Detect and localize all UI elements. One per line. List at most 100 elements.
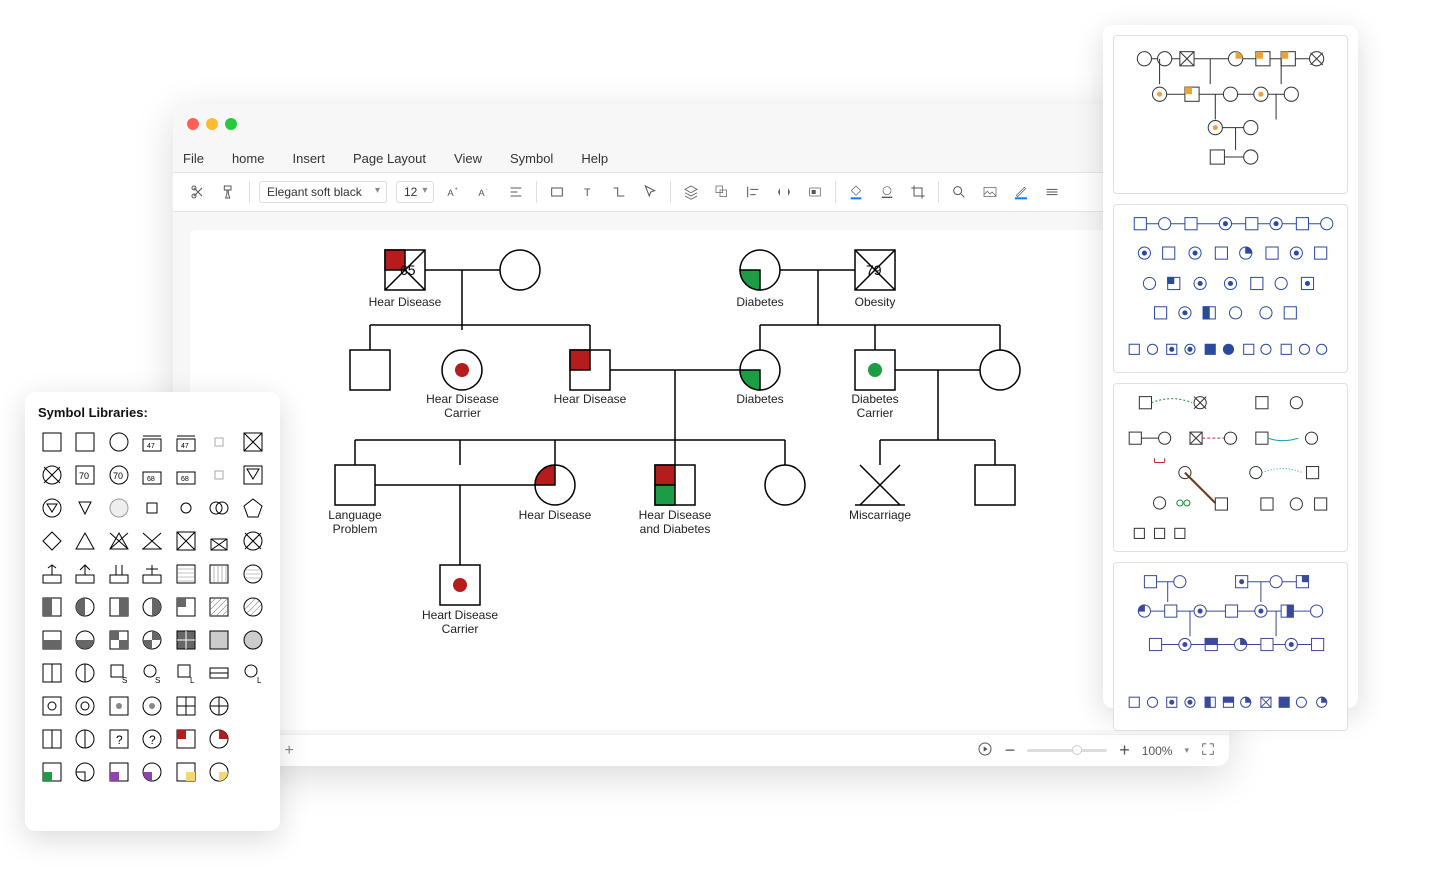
zoom-slider[interactable] [1027, 749, 1107, 752]
symbol-deceased-sq-age[interactable] [172, 527, 200, 555]
menu-page-layout[interactable]: Page Layout [353, 151, 426, 166]
symbol-4q-square[interactable] [172, 626, 200, 654]
text-tool[interactable]: T [577, 181, 599, 203]
image-button[interactable] [979, 181, 1001, 203]
symbol-green-quarter-circ[interactable] [71, 758, 99, 786]
symbol-blank[interactable] [239, 692, 267, 720]
symbol-split-sq-vert[interactable] [38, 659, 66, 687]
symbol-dot-sq[interactable] [105, 692, 133, 720]
add-page-button[interactable]: + [284, 742, 293, 760]
symbol-ring-sq[interactable] [38, 692, 66, 720]
symbol-tree-1[interactable] [38, 560, 66, 588]
connector-tool[interactable] [608, 181, 630, 203]
align-objects-button[interactable] [742, 181, 764, 203]
symbol-gray-square[interactable] [205, 626, 233, 654]
more-button[interactable] [1041, 181, 1063, 203]
line-style-button[interactable] [876, 181, 898, 203]
symbol-small-circ-l[interactable]: L [239, 659, 267, 687]
increase-font-button[interactable]: A+ [443, 181, 465, 203]
search-button[interactable] [948, 181, 970, 203]
symbol-hatched-circle[interactable] [239, 560, 267, 588]
template-thumbnail-1[interactable] [1113, 35, 1348, 194]
pointer-tool[interactable] [639, 181, 661, 203]
symbol-ring-circle[interactable] [71, 692, 99, 720]
symbol-date-square[interactable]: 47 [138, 428, 166, 456]
symbol-half-vert-circ[interactable] [71, 725, 99, 753]
window-minimize-traffic-light[interactable] [206, 118, 218, 130]
fullscreen-button[interactable] [1201, 742, 1215, 759]
symbol-pregnancy-2[interactable] [71, 494, 99, 522]
symbol-deceased-female[interactable] [38, 461, 66, 489]
zoom-level[interactable]: 100% [1142, 744, 1173, 758]
symbol-question-circ[interactable]: ? [138, 725, 166, 753]
crop-button[interactable] [907, 181, 929, 203]
symbol-question-sq[interactable]: ? [105, 725, 133, 753]
symbol-hatched-square-diag[interactable] [205, 593, 233, 621]
symbol-red-quarter-sq[interactable] [172, 725, 200, 753]
symbol-date-square-2[interactable]: 47 [172, 428, 200, 456]
symbol-tree-2[interactable] [71, 560, 99, 588]
symbol-half-circle-right[interactable] [138, 593, 166, 621]
symbol-tree-4[interactable] [138, 560, 166, 588]
flip-button[interactable] [773, 181, 795, 203]
symbol-male-square-2[interactable] [71, 428, 99, 456]
symbol-split-circle-vert[interactable] [71, 659, 99, 687]
symbol-female-circle[interactable] [105, 428, 133, 456]
layers-button[interactable] [680, 181, 702, 203]
font-selector[interactable]: Elegant soft black [259, 181, 387, 203]
stroke-color-button[interactable] [1010, 181, 1032, 203]
symbol-purple-quarter-circ[interactable] [138, 758, 166, 786]
window-zoom-traffic-light[interactable] [225, 118, 237, 130]
group-button[interactable] [711, 181, 733, 203]
symbol-yellow-quarter-sq[interactable] [172, 758, 200, 786]
font-size-selector[interactable]: 12 [396, 181, 434, 203]
play-button[interactable] [977, 741, 993, 760]
symbol-small-sq-l[interactable]: L [172, 659, 200, 687]
symbol-quarter-sq-br[interactable] [105, 626, 133, 654]
symbol-small-square[interactable] [138, 494, 166, 522]
symbol-quarter-circle[interactable] [138, 626, 166, 654]
fill-color-button[interactable] [845, 181, 867, 203]
template-thumbnail-4[interactable] [1113, 562, 1348, 731]
symbol-gray-circle[interactable] [239, 626, 267, 654]
symbol-half-sq-bottom[interactable] [38, 626, 66, 654]
symbol-small-circ-s[interactable]: S [138, 659, 166, 687]
menu-symbol[interactable]: Symbol [510, 151, 553, 166]
symbol-deceased-marker[interactable] [205, 527, 233, 555]
symbol-half-circle-bottom[interactable] [71, 626, 99, 654]
symbol-quarter-sq[interactable] [172, 593, 200, 621]
symbol-abortion[interactable] [138, 527, 166, 555]
symbol-yellow-quarter-circ[interactable] [205, 758, 233, 786]
symbol-blank-3[interactable] [239, 758, 267, 786]
symbol-deceased-male[interactable] [239, 428, 267, 456]
rectangle-tool[interactable] [546, 181, 568, 203]
symbol-half-square-right[interactable] [105, 593, 133, 621]
symbol-half-vert-sq[interactable] [38, 725, 66, 753]
symbol-small-sq-s[interactable]: S [105, 659, 133, 687]
symbol-half-circle-left[interactable] [71, 593, 99, 621]
symbol-small-circle[interactable] [172, 494, 200, 522]
symbol-unknown-2[interactable] [205, 461, 233, 489]
drawing-canvas[interactable]: 65 79 [190, 230, 1212, 730]
symbol-purple-quarter-sq[interactable] [105, 758, 133, 786]
cut-button[interactable] [187, 181, 209, 203]
symbol-hatched-square-2[interactable] [205, 560, 233, 588]
menu-help[interactable]: Help [581, 151, 608, 166]
template-thumbnail-3[interactable] [1113, 383, 1348, 552]
position-button[interactable] [804, 181, 826, 203]
symbol-deceased-circle[interactable] [239, 527, 267, 555]
symbol-pentagon[interactable] [239, 494, 267, 522]
symbol-pregnancy[interactable] [38, 494, 66, 522]
symbol-hatched-square[interactable] [172, 560, 200, 588]
symbol-line-sq[interactable] [205, 659, 233, 687]
symbol-male-square[interactable] [38, 428, 66, 456]
symbol-age-circle[interactable]: 70 [105, 461, 133, 489]
symbol-grid-sq[interactable] [172, 692, 200, 720]
symbol-date-deceased-2[interactable]: 68 [172, 461, 200, 489]
symbol-double-circle[interactable] [205, 494, 233, 522]
decrease-font-button[interactable]: A- [474, 181, 496, 203]
symbol-red-quarter-circ[interactable] [205, 725, 233, 753]
symbol-blank-2[interactable] [239, 725, 267, 753]
symbol-circle-gray[interactable] [105, 494, 133, 522]
zoom-out-button[interactable]: − [1005, 740, 1016, 761]
